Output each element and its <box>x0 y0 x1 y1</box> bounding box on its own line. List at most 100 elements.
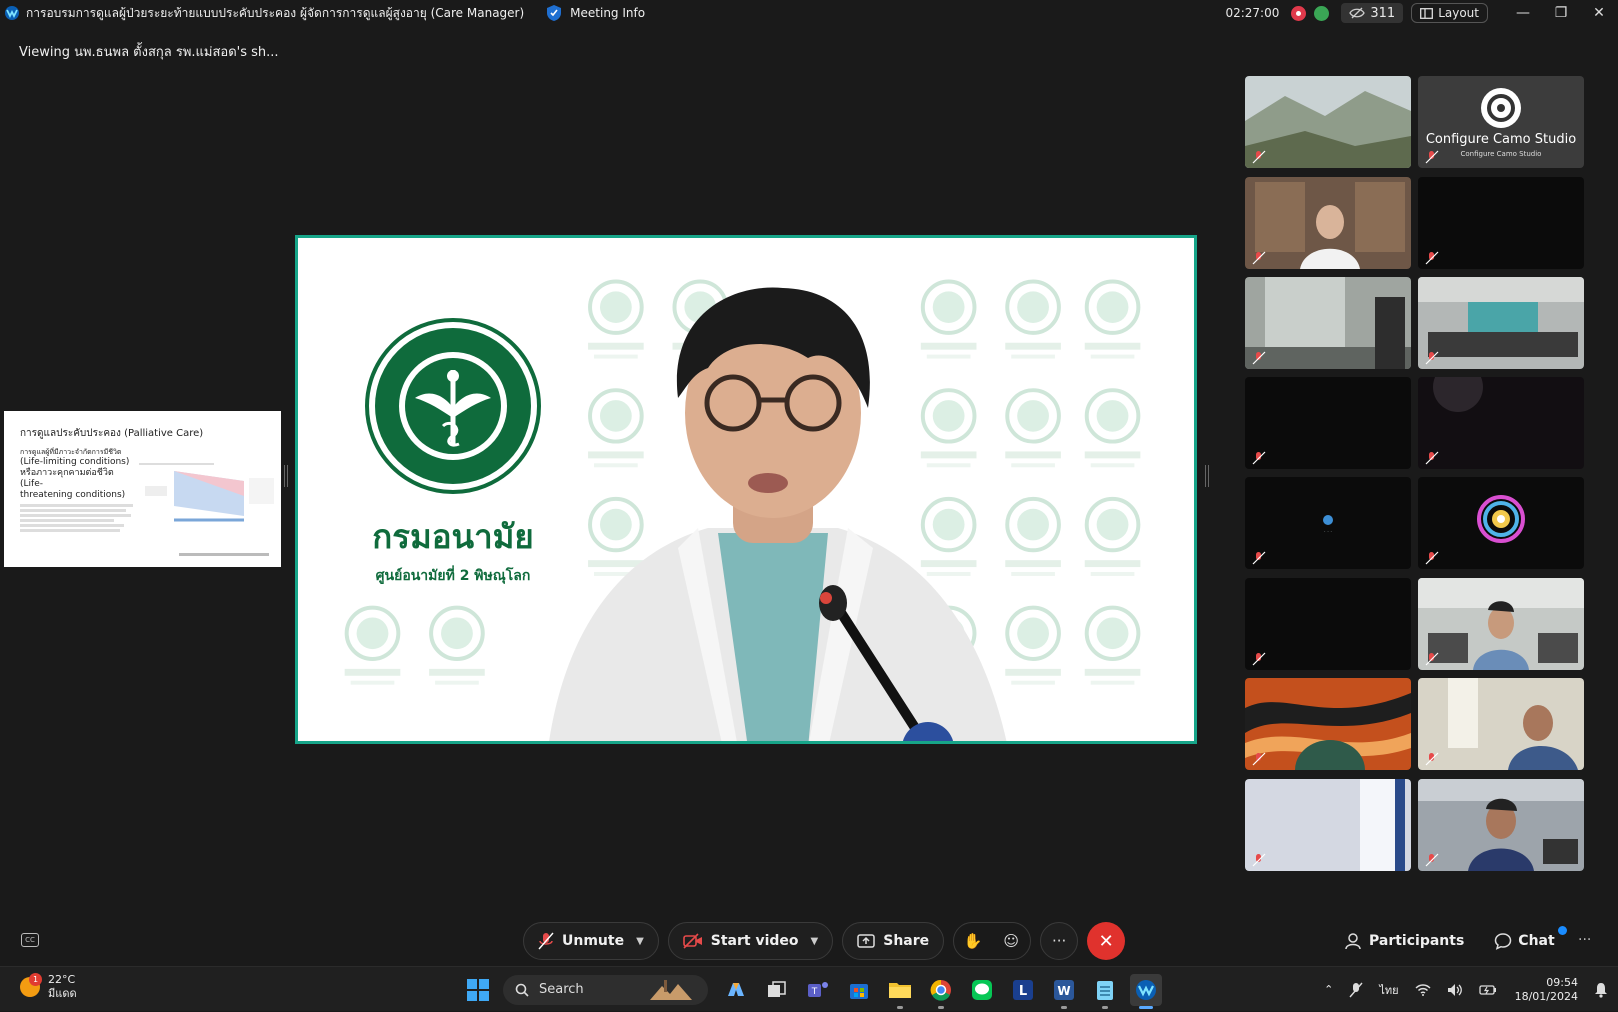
unmute-label: Unmute <box>562 933 625 949</box>
copilot-icon[interactable] <box>720 974 752 1006</box>
muted-mic-icon <box>1425 551 1439 565</box>
notification-bell-icon[interactable] <box>1594 982 1608 998</box>
layout-icon <box>1420 7 1434 19</box>
recording-icon[interactable] <box>1291 5 1307 21</box>
webex-placeholder-icon <box>1323 515 1333 525</box>
participant-tile[interactable] <box>1418 177 1584 269</box>
weather-badge: 1 <box>29 973 42 986</box>
participant-tile[interactable] <box>1245 779 1411 871</box>
participant-tile[interactable] <box>1245 578 1411 670</box>
shared-screen[interactable]: กรมอนามัย ศูนย์อนามัยที่ 2 พิษณุโลก <box>295 235 1197 744</box>
participant-tile[interactable] <box>1245 678 1411 770</box>
start-video-label: Start video <box>710 933 799 949</box>
volume-icon[interactable] <box>1447 983 1463 997</box>
participant-count: 311 <box>1370 5 1396 21</box>
svg-text:W: W <box>1057 984 1070 998</box>
slide-line: (Life-limiting conditions) <box>20 457 130 467</box>
slide-line: หรือภาวะคุกคามต่อชีวิต (Life- <box>20 468 114 489</box>
l-app-icon[interactable]: L <box>1007 974 1039 1006</box>
muted-mic-icon <box>1252 251 1266 265</box>
unmute-button[interactable]: Unmute ▼ <box>523 922 659 960</box>
webex-taskbar-icon[interactable] <box>1130 973 1162 1009</box>
participant-tile[interactable]: Configure Camo Studio Configure Camo Stu… <box>1418 76 1584 168</box>
webex-logo-icon <box>5 6 19 20</box>
notepad-icon[interactable] <box>1089 974 1121 1009</box>
video-feed <box>1245 277 1411 369</box>
participant-tile[interactable] <box>1245 277 1411 369</box>
more-options-button[interactable]: ··· <box>1040 922 1079 960</box>
svg-text:T: T <box>811 987 818 997</box>
participant-count-button[interactable]: 311 <box>1341 3 1404 23</box>
start-button[interactable] <box>462 974 494 1006</box>
meeting-controls: Unmute ▼ Start video ▼ Share ✋ ☺ ··· ✕ <box>523 922 1126 960</box>
chevron-up-icon[interactable]: ⌃ <box>1324 983 1333 996</box>
closed-captions-icon[interactable]: CC <box>21 933 39 947</box>
shared-slide-thumbnail[interactable]: การดูแลประคับประคอง (Palliative Care) กา… <box>4 411 281 567</box>
participant-tile[interactable] <box>1418 377 1584 469</box>
reactions-icon[interactable]: ☺ <box>992 923 1030 959</box>
running-indicator <box>1102 1005 1108 1009</box>
battery-icon[interactable] <box>1478 984 1497 996</box>
share-button[interactable]: Share <box>842 922 945 960</box>
panel-controls: Participants Chat <box>1345 922 1585 960</box>
slide-footer <box>179 553 269 556</box>
muted-mic-icon <box>1425 150 1439 164</box>
task-view-icon[interactable] <box>761 974 793 1006</box>
participants-label: Participants <box>1369 933 1465 949</box>
participants-button[interactable]: Participants <box>1345 932 1464 950</box>
camo-title: Configure Camo Studio <box>1425 132 1577 147</box>
participant-tile[interactable]: · · · <box>1245 477 1411 569</box>
search-icon <box>515 983 529 997</box>
muted-mic-icon <box>1252 150 1266 164</box>
participant-tile[interactable] <box>1245 377 1411 469</box>
temperature: 22°C <box>48 973 76 986</box>
more-panels-icon[interactable]: ··· <box>1578 932 1591 948</box>
microsoft-store-icon[interactable] <box>843 974 875 1006</box>
restore-button[interactable]: ❐ <box>1542 0 1580 26</box>
word-icon[interactable]: W <box>1048 974 1080 1009</box>
camera-lens-icon <box>1477 495 1525 543</box>
line-app-icon[interactable] <box>966 974 998 1006</box>
taskbar-search[interactable]: Search <box>503 974 708 1005</box>
chevron-down-icon[interactable]: ▼ <box>811 936 819 947</box>
minimize-button[interactable]: — <box>1504 0 1542 26</box>
chat-button[interactable]: Chat <box>1494 926 1567 950</box>
video-feed <box>1418 578 1584 670</box>
muted-mic-icon <box>1252 551 1266 565</box>
participant-tile[interactable] <box>1418 779 1584 871</box>
close-button[interactable]: ✕ <box>1580 0 1618 26</box>
muted-mic-icon <box>1425 351 1439 365</box>
chrome-icon[interactable] <box>925 974 957 1009</box>
share-label: Share <box>883 933 930 949</box>
video-feed <box>1245 678 1411 770</box>
leave-meeting-button[interactable]: ✕ <box>1087 922 1126 960</box>
participant-tile[interactable] <box>1245 76 1411 168</box>
layout-button[interactable]: Layout <box>1411 3 1488 23</box>
participant-tile[interactable] <box>1418 477 1584 569</box>
split-handle-left[interactable] <box>284 465 288 487</box>
slide-line: การดูแลผู้ที่มีภาวะจำกัดการมีชีวิต <box>20 448 122 456</box>
weather-widget[interactable]: 1 22°C มีแดด <box>20 973 77 1001</box>
meeting-info-button[interactable]: Meeting Info <box>546 4 645 22</box>
teams-icon[interactable]: T <box>802 974 834 1006</box>
file-explorer-icon[interactable] <box>884 974 916 1009</box>
microphone-muted-icon[interactable] <box>1349 982 1363 998</box>
split-handle-right[interactable] <box>1205 465 1209 487</box>
video-feed <box>1245 779 1411 871</box>
video-feed <box>1245 177 1411 269</box>
participant-tile[interactable] <box>1245 177 1411 269</box>
chat-icon <box>1495 933 1512 950</box>
input-language[interactable]: ไทย <box>1379 981 1398 999</box>
participant-tile[interactable] <box>1418 678 1584 770</box>
weather-condition: มีแดด <box>48 987 77 1000</box>
raise-hand-icon[interactable]: ✋ <box>954 923 992 959</box>
system-clock[interactable]: 09:54 18/01/2024 <box>1515 976 1578 1004</box>
chevron-down-icon[interactable]: ▼ <box>636 936 644 947</box>
slide-line: threatening conditions) <box>20 490 126 500</box>
participant-tile[interactable] <box>1418 277 1584 369</box>
title-bar: การอบรมการดูแลผู้ป่วยระยะท้ายแบบประคับปร… <box>0 0 1618 26</box>
participant-tile[interactable] <box>1418 578 1584 670</box>
start-video-button[interactable]: Start video ▼ <box>667 922 834 960</box>
wifi-icon[interactable] <box>1415 983 1431 996</box>
security-icon[interactable] <box>1314 5 1330 21</box>
